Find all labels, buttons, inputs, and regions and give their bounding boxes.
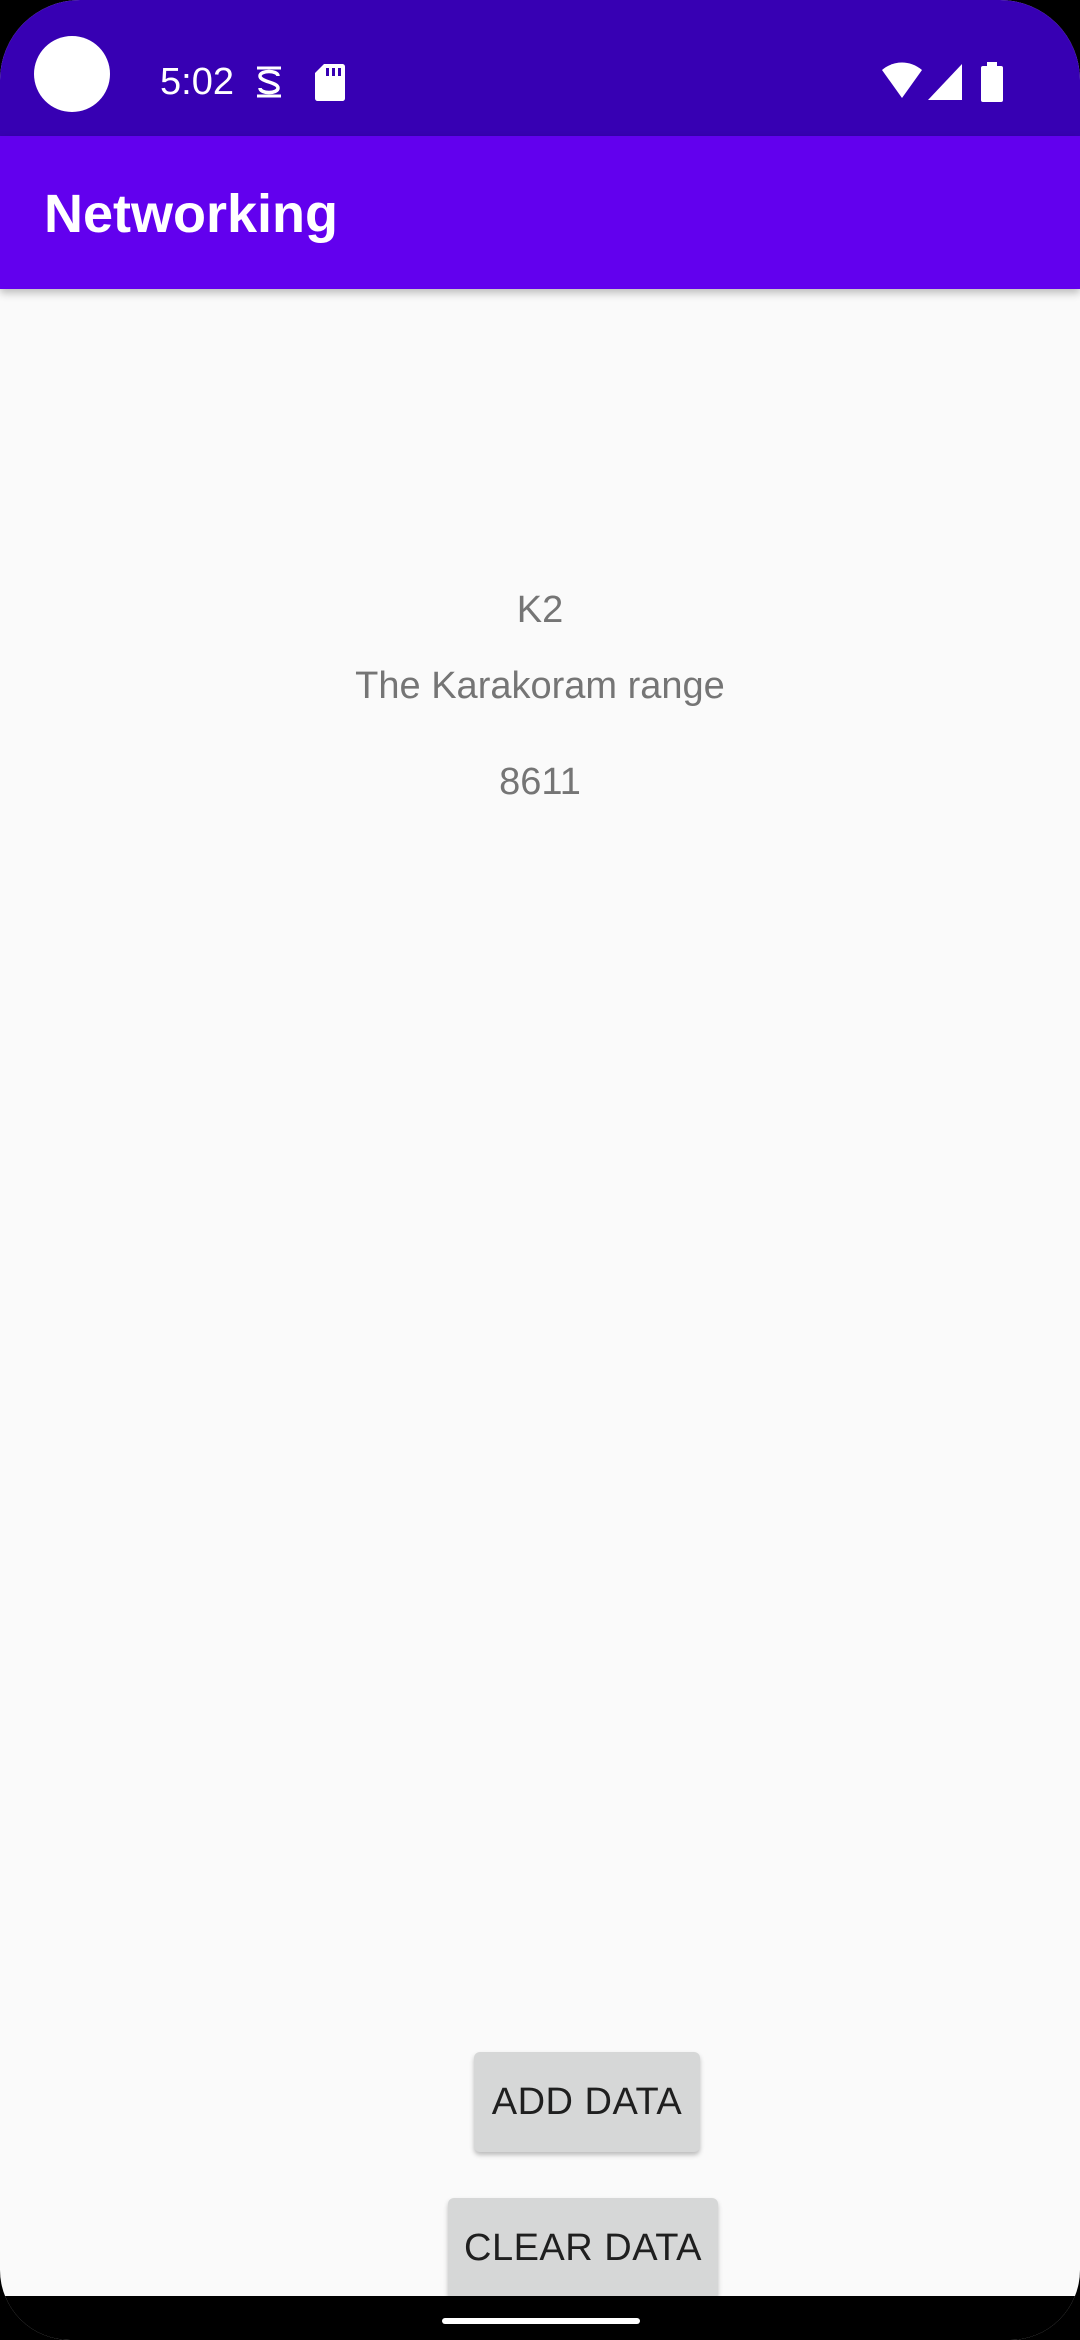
add-data-button[interactable]: ADD DATA — [474, 2052, 700, 2152]
app-screen: 5:02 Networking K2 The Karakoram range 8… — [0, 0, 1080, 2340]
mountain-height: 8611 — [499, 761, 581, 803]
status-bar: 5:02 — [0, 0, 1080, 136]
clear-data-button[interactable]: CLEAR DATA — [448, 2198, 718, 2298]
wifi-icon — [882, 62, 922, 98]
cell-signal-icon — [928, 64, 962, 100]
navigation-bar — [0, 2296, 1080, 2340]
status-time: 5:02 — [160, 61, 234, 103]
app-title: Networking — [44, 184, 339, 244]
home-handle[interactable] — [442, 2318, 640, 2324]
s-notification-icon — [257, 66, 281, 98]
camera-cutout — [34, 36, 110, 112]
sd-card-icon — [315, 64, 345, 101]
battery-icon — [981, 62, 1003, 102]
mountain-name: K2 — [516, 589, 564, 631]
app-bar: Networking — [0, 136, 1080, 289]
mountain-range: The Karakoram range — [355, 665, 725, 707]
